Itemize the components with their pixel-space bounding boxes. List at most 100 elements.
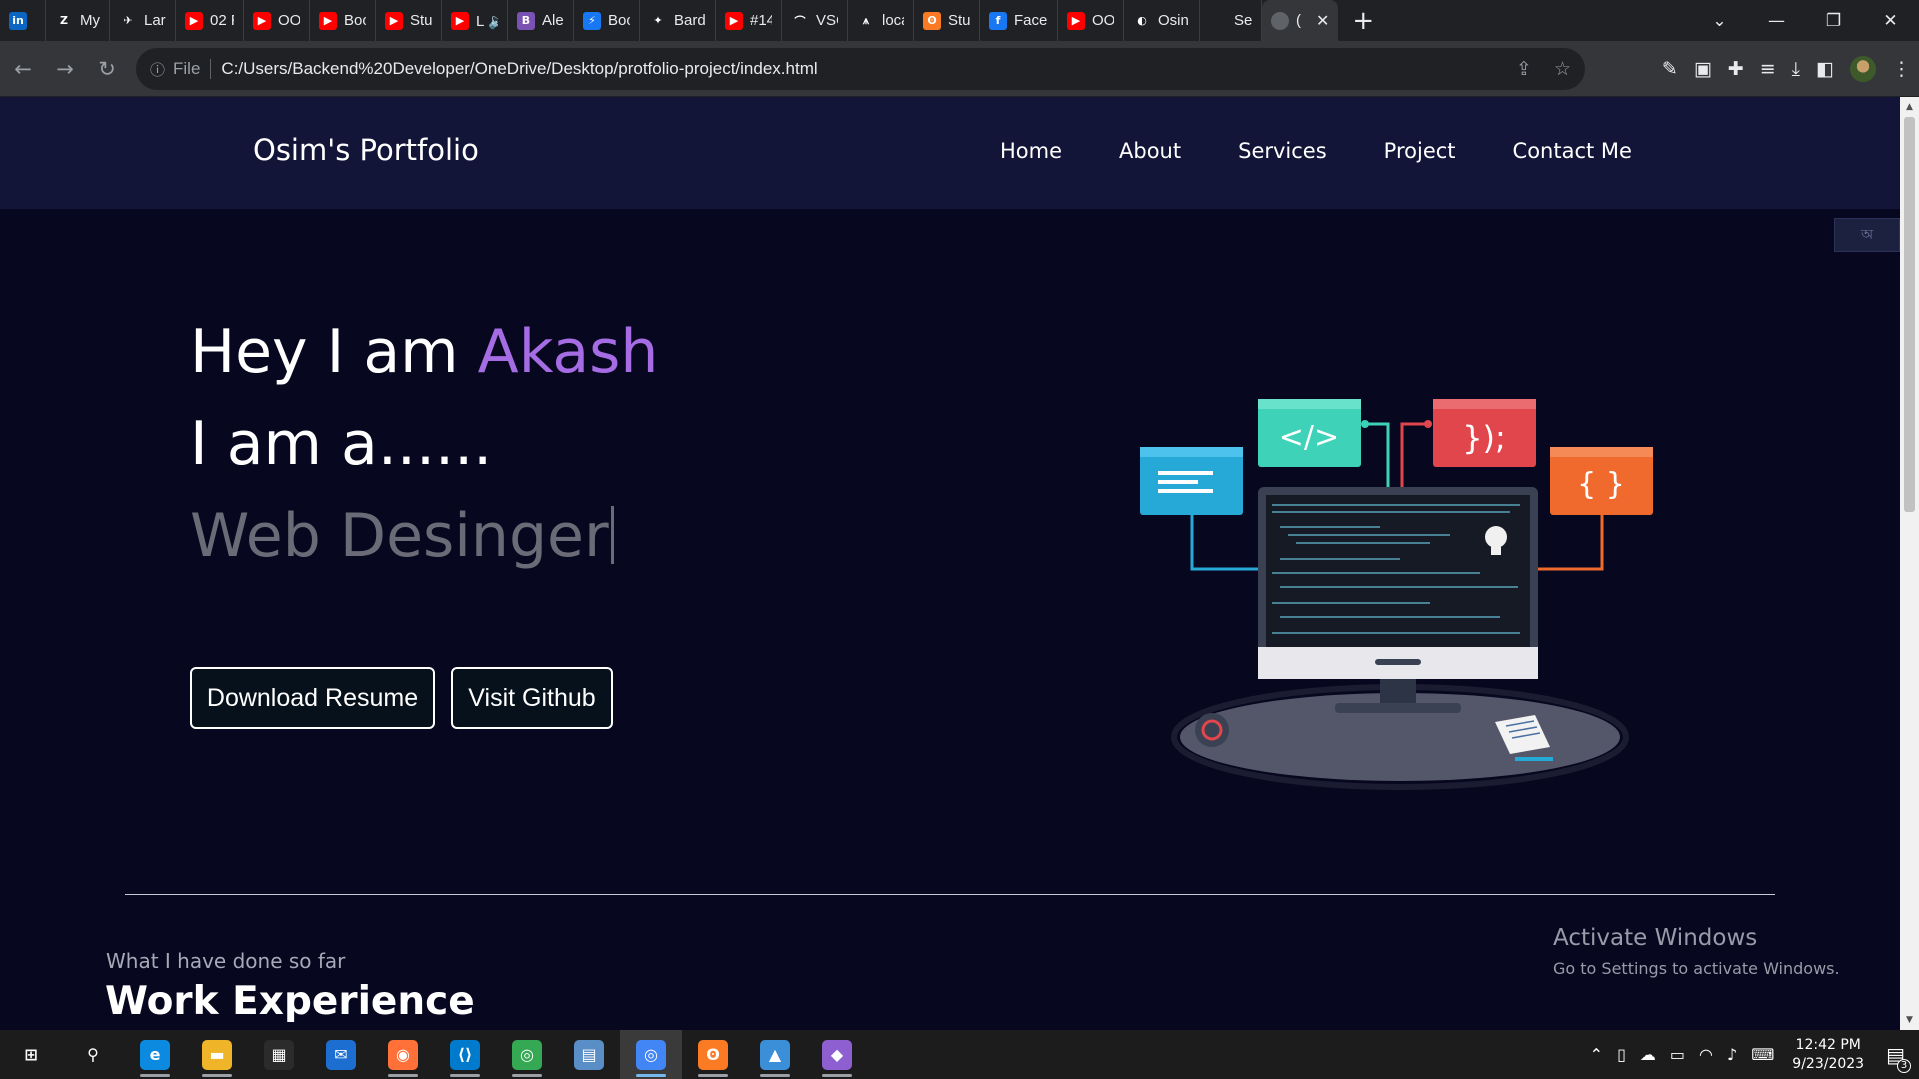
browser-tab[interactable]: ✈ Larac [110, 0, 176, 41]
visit-github-button[interactable]: Visit Github [451, 667, 613, 729]
url-text[interactable]: C:/Users/Backend%20Developer/OneDrive/De… [221, 59, 817, 79]
tab-title: Osin [1158, 12, 1189, 29]
gear-icon [1195, 713, 1229, 747]
taskbar-file-explorer-button[interactable]: ▬ [186, 1030, 248, 1079]
reload-icon[interactable]: ↻ [88, 50, 126, 88]
battery-icon[interactable]: ▭ [1670, 1045, 1685, 1064]
scroll-down-icon[interactable]: ▼ [1900, 1012, 1919, 1028]
nav-services[interactable]: Services [1238, 139, 1327, 163]
bolt-icon: ⚡ [583, 11, 601, 30]
puzzle-icon[interactable]: ✚ [1728, 58, 1744, 80]
facebook-icon: f [989, 11, 1007, 30]
browser-tab[interactable]: B Alert [508, 0, 574, 41]
back-icon[interactable]: ← [4, 50, 42, 88]
reading-list-icon[interactable]: ≡ [1760, 58, 1776, 80]
nav-home[interactable]: Home [1000, 139, 1062, 163]
taskbar-git-button[interactable]: ◆ [806, 1030, 868, 1079]
code-tag-label: </> [1279, 420, 1339, 455]
taskbar-mail-button[interactable]: ✉ [310, 1030, 372, 1079]
browser-tab[interactable]: ʘ Stud [914, 0, 980, 41]
browser-tab[interactable]: ▶ Boo [310, 0, 376, 41]
taskbar-chrome-button[interactable]: ◎ [496, 1030, 558, 1079]
site-info-icon[interactable]: ⓘ [150, 59, 165, 80]
browser-tab[interactable]: ⚡ Boo [574, 0, 640, 41]
chrome-profile-icon: ◎ [636, 1039, 666, 1070]
linkedin-icon: in [9, 11, 27, 30]
youtube-icon: ▶ [1067, 11, 1085, 30]
extension-icon[interactable]: ▣ [1694, 58, 1712, 80]
close-tab-icon[interactable]: ✕ [1316, 11, 1329, 30]
site-brand[interactable]: Osim's Portfolio [253, 133, 479, 167]
browser-tab[interactable]: Z MyS [46, 0, 110, 41]
nav-project[interactable]: Project [1384, 139, 1456, 163]
browser-tab[interactable]: ▶ #14 [716, 0, 782, 41]
device-icon[interactable]: ▯ [1617, 1045, 1626, 1064]
start-button: ⊞ [16, 1039, 46, 1070]
taskbar-microsoft-store-button[interactable]: ▦ [248, 1030, 310, 1079]
browser-tab[interactable]: ◐ Osin [1124, 0, 1200, 41]
browser-tab[interactable]: ⌒ VSC [782, 0, 848, 41]
nav-about[interactable]: About [1119, 139, 1181, 163]
browser-tab[interactable]: in [0, 0, 46, 41]
taskbar-app-button[interactable]: ▤ [558, 1030, 620, 1079]
bookmark-star-icon[interactable]: ☆ [1554, 58, 1571, 80]
taskbar-firefox-button[interactable]: ◉ [372, 1030, 434, 1079]
section-divider [125, 894, 1775, 895]
scrollbar-thumb[interactable] [1904, 117, 1915, 512]
eyedropper-icon[interactable]: ✎ [1662, 58, 1678, 80]
wifi-icon[interactable]: ◠ [1699, 1045, 1713, 1064]
keyboard-icon[interactable]: ⌨ [1751, 1045, 1774, 1064]
browser-tab[interactable]: Setti [1200, 0, 1262, 41]
taskbar-photos-button[interactable]: ▲ [744, 1030, 806, 1079]
scroll-up-icon[interactable]: ▲ [1900, 99, 1919, 115]
address-bar[interactable]: ⓘ File C:/Users/Backend%20Developer/OneD… [136, 48, 1585, 90]
browser-tab[interactable]: ▶ OOF [1058, 0, 1124, 41]
youtube-icon: ▶ [451, 11, 469, 30]
menu-kebab-icon[interactable]: ⋮ [1892, 58, 1911, 80]
browser-tab[interactable]: ▶ Stud [376, 0, 442, 41]
active-browser-tab[interactable]: (✕ [1262, 0, 1339, 41]
browser-tab[interactable]: ▶ 02 R [176, 0, 244, 41]
share-icon[interactable]: ⇪ [1516, 58, 1532, 80]
taskbar-clock[interactable]: 12:42 PM 9/23/2023 [1792, 1036, 1864, 1074]
extensions-area: ✎ ▣ ✚ ≡ ⤓ ◧ ⋮ [1662, 41, 1911, 97]
nav-contact[interactable]: Contact Me [1513, 139, 1632, 163]
system-tray: ⌃ ▯ ☁ ▭ ◠ ♪ ⌨ 12:42 PM 9/23/2023 ▤ 3 [1590, 1030, 1919, 1079]
taskbar-edge-button[interactable]: e [124, 1030, 186, 1079]
browser-tab[interactable]: ▶ L 🔈 [442, 0, 508, 41]
profile-avatar[interactable] [1850, 56, 1876, 82]
download-resume-button[interactable]: Download Resume [190, 667, 435, 729]
language-widget[interactable]: অ [1834, 218, 1900, 252]
minimize-icon[interactable]: — [1748, 11, 1805, 31]
git-icon: ◆ [822, 1039, 852, 1070]
tab-title: Stud [948, 12, 970, 29]
mail-icon: ✉ [326, 1039, 356, 1070]
taskbar-start-button-button[interactable]: ⊞ [0, 1030, 62, 1079]
forward-icon[interactable]: → [46, 50, 84, 88]
side-panel-icon[interactable]: ◧ [1816, 58, 1834, 80]
vscode-icon: ⌒ [791, 11, 809, 30]
browser-tab[interactable]: f Face [980, 0, 1058, 41]
taskbar-xampp-button[interactable]: ʘ [682, 1030, 744, 1079]
close-window-icon[interactable]: ✕ [1862, 11, 1919, 31]
page-scrollbar[interactable]: ▲ ▼ [1900, 97, 1919, 1030]
onedrive-icon[interactable]: ☁ [1640, 1045, 1656, 1064]
volume-icon[interactable]: ♪ [1727, 1045, 1737, 1064]
taskbar-chrome-profile-button[interactable]: ◎ [620, 1030, 682, 1079]
download-icon[interactable]: ⤓ [1792, 58, 1800, 80]
tab-title: MyS [80, 12, 100, 29]
new-tab-button[interactable]: + [1338, 6, 1388, 36]
browser-tab[interactable]: ⩚ local [848, 0, 914, 41]
chevron-up-icon[interactable]: ⌃ [1590, 1045, 1603, 1064]
xampp-icon: ʘ [923, 11, 941, 30]
youtube-icon: ▶ [385, 11, 403, 30]
tab-search-icon[interactable]: ⌄ [1691, 11, 1748, 31]
browser-tab[interactable]: ✦ Bard [640, 0, 716, 41]
github-icon: ◐ [1133, 11, 1151, 30]
taskbar-vscode-button[interactable]: ⟨⟩ [434, 1030, 496, 1079]
notification-center-icon[interactable]: ▤ 3 [1886, 1043, 1911, 1073]
restore-icon[interactable]: ❐ [1805, 11, 1862, 31]
youtube-icon: ▶ [319, 11, 337, 30]
taskbar-search-button[interactable]: ⚲ [62, 1030, 124, 1079]
browser-tab[interactable]: ▶ OOF [244, 0, 310, 41]
